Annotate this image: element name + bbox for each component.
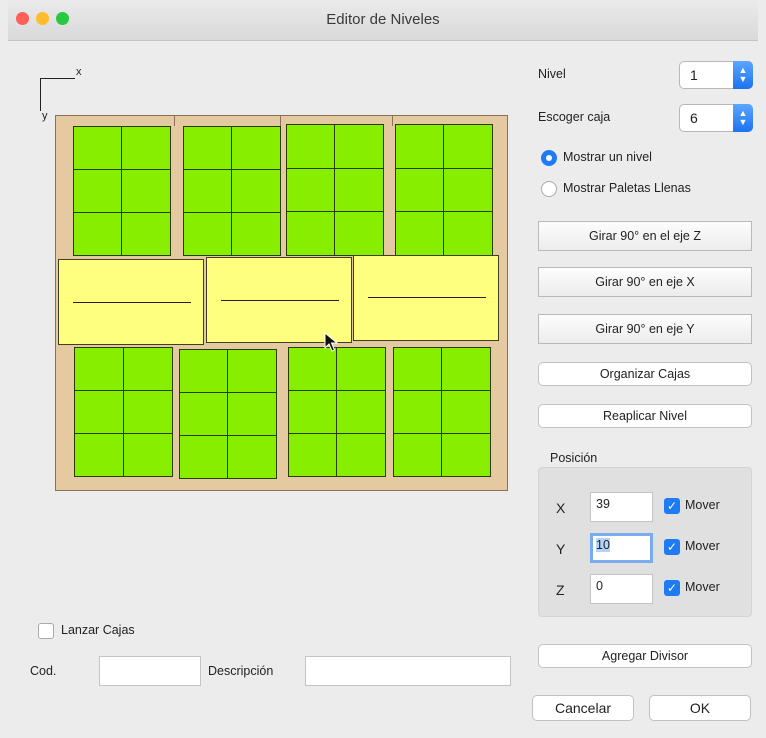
- add-divider-button[interactable]: Agregar Divisor: [538, 644, 752, 668]
- level-editor-window: Editor de Niveles x y Nivel 1 ▲ ▼ Escoge…: [8, 0, 758, 738]
- box-divider: [289, 390, 385, 391]
- pallet-mark: [392, 116, 393, 126]
- arrow-cursor-icon: [324, 332, 338, 352]
- box-yellow[interactable]: [353, 255, 499, 341]
- position-group-title: Posición: [550, 451, 598, 465]
- box-divider: [121, 127, 122, 255]
- box-divider: [123, 348, 124, 476]
- box-divider: [180, 435, 276, 436]
- box-divider: [221, 300, 339, 301]
- caja-value: 6: [690, 110, 698, 126]
- y-field-value: 10: [596, 538, 610, 552]
- description-label: Descripción: [208, 664, 274, 678]
- y-field[interactable]: 10: [590, 533, 653, 563]
- radio-show-one-level-label: Mostrar un nivel: [563, 150, 652, 164]
- radio-show-one-level[interactable]: [541, 150, 557, 166]
- x-axis-label: x: [76, 66, 82, 78]
- x-field[interactable]: 39: [590, 492, 653, 522]
- box-divider: [441, 348, 442, 476]
- box-divider: [394, 433, 490, 434]
- box-divider: [334, 125, 335, 255]
- y-axis-line: [40, 78, 41, 111]
- box-yellow[interactable]: [58, 259, 204, 345]
- y-axis-label: y: [42, 110, 48, 122]
- checkmark-icon[interactable]: ✓: [664, 580, 680, 596]
- box-divider: [287, 168, 383, 169]
- organize-boxes-button[interactable]: Organizar Cajas: [538, 362, 752, 386]
- box-green[interactable]: [179, 349, 277, 479]
- checkmark-icon[interactable]: ✓: [664, 539, 680, 555]
- y-move-label: Mover: [685, 539, 720, 553]
- radio-show-full-pallets-label: Mostrar Paletas Llenas: [563, 181, 691, 195]
- cancel-button[interactable]: Cancelar: [532, 695, 634, 721]
- box-divider: [289, 433, 385, 434]
- description-field[interactable]: [305, 656, 511, 686]
- box-green[interactable]: [286, 124, 384, 256]
- nivel-stepper[interactable]: 1 ▲ ▼: [679, 61, 753, 89]
- box-green[interactable]: [183, 126, 281, 256]
- z-field[interactable]: 0: [590, 574, 653, 604]
- box-green[interactable]: [395, 124, 493, 256]
- box-divider: [336, 348, 337, 476]
- box-green[interactable]: [288, 347, 386, 477]
- radio-dot-icon: [546, 155, 552, 161]
- pallet-mark: [174, 116, 175, 126]
- box-divider: [227, 350, 228, 478]
- stepper-arrows-icon[interactable]: ▲ ▼: [733, 104, 753, 132]
- cod-field[interactable]: [99, 656, 201, 686]
- pallet-mark: [280, 116, 281, 126]
- box-divider: [396, 168, 492, 169]
- box-divider: [231, 127, 232, 255]
- launch-boxes-label: Lanzar Cajas: [61, 623, 135, 637]
- box-green[interactable]: [74, 347, 173, 477]
- title-bar: Editor de Niveles: [8, 0, 758, 41]
- box-divider: [73, 302, 191, 303]
- x-move-label: Mover: [685, 498, 720, 512]
- caja-stepper[interactable]: 6 ▲ ▼: [679, 104, 753, 132]
- pallet-canvas[interactable]: [55, 115, 508, 491]
- box-divider: [74, 212, 170, 213]
- ok-button[interactable]: OK: [649, 695, 751, 721]
- box-divider: [180, 392, 276, 393]
- box-divider: [184, 212, 280, 213]
- y-label: Y: [556, 541, 566, 557]
- box-divider: [394, 390, 490, 391]
- box-divider: [184, 169, 280, 170]
- caja-label: Escoger caja: [538, 110, 611, 124]
- box-divider: [75, 390, 172, 391]
- box-divider: [368, 297, 486, 298]
- z-label: Z: [556, 582, 565, 598]
- checkmark-icon[interactable]: ✓: [664, 498, 680, 514]
- stepper-arrows-icon[interactable]: ▲ ▼: [733, 61, 753, 89]
- nivel-value: 1: [690, 67, 698, 83]
- x-label: X: [556, 500, 566, 516]
- z-move-label: Mover: [685, 580, 720, 594]
- position-group: X 39 ✓ Mover Y 10 ✓ Mover Z 0 ✓ Mover: [538, 467, 752, 617]
- nivel-label: Nivel: [538, 67, 566, 81]
- box-green[interactable]: [73, 126, 171, 256]
- replicate-level-button[interactable]: Reaplicar Nivel: [538, 404, 752, 428]
- window-title: Editor de Niveles: [326, 11, 440, 28]
- rotate-z-button[interactable]: Girar 90° en el eje Z: [538, 221, 752, 251]
- box-divider: [443, 125, 444, 255]
- rotate-x-button[interactable]: Girar 90° en eje X: [538, 267, 752, 297]
- box-divider: [396, 211, 492, 212]
- x-axis-line: [40, 78, 75, 79]
- box-divider: [75, 433, 172, 434]
- cod-label: Cod.: [30, 664, 57, 678]
- box-green[interactable]: [393, 347, 491, 477]
- box-divider: [74, 169, 170, 170]
- launch-boxes-checkbox[interactable]: [38, 623, 54, 639]
- box-divider: [287, 211, 383, 212]
- rotate-y-button[interactable]: Girar 90° en eje Y: [538, 314, 752, 344]
- radio-show-full-pallets[interactable]: [541, 181, 557, 197]
- box-yellow-selected[interactable]: [206, 257, 352, 343]
